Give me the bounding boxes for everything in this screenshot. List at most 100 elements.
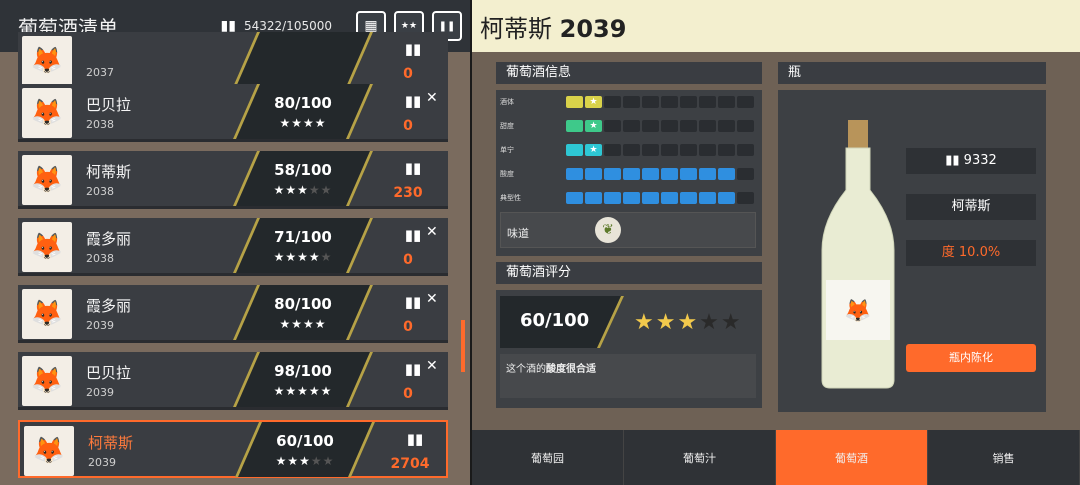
wine-row-year: 2038 [86, 252, 114, 265]
trait-segment [566, 96, 583, 108]
trait-segment [718, 120, 735, 132]
wine-row[interactable]: 🦊 霞多丽 2038 71/100 ★★★★★ ▮▮ 0 ✕ [18, 218, 448, 276]
trait-row: 酒体 ★ [500, 96, 756, 110]
wine-detail-panel: 柯蒂斯 2039 葡萄酒信息 味道 ❦ 酒体 ★ 甜度 ★ 单宁 ★ 酸度 典型性 葡萄酒评分… [472, 0, 1080, 485]
trait-segment [699, 120, 716, 132]
wine-row[interactable]: 🦊 巴贝拉 2038 80/100 ★★★★ ▮▮ 0 ✕ [18, 84, 448, 142]
fox-icon: 🦊 [22, 289, 72, 339]
trait-segment [642, 120, 659, 132]
rating-stars: ★★★★★ [634, 310, 743, 335]
trait-label: 单宁 [500, 146, 514, 154]
trait-bars: ★ [566, 96, 754, 108]
trait-segment [623, 120, 640, 132]
stars-on: ★★★★ [279, 116, 327, 130]
trait-segment: ★ [585, 120, 602, 132]
trait-segment [661, 120, 678, 132]
trait-segment [585, 168, 602, 180]
wine-row-year: 2039 [86, 386, 114, 399]
wine-bottles-icon: ❚❚ [438, 20, 456, 32]
wine-info-header: 葡萄酒信息 [496, 62, 762, 84]
wine-row-year: 2039 [88, 456, 116, 469]
wine-row-score: 58/100 [274, 161, 332, 179]
trait-segment [566, 168, 583, 180]
trait-segment [566, 120, 583, 132]
tab-1[interactable]: 葡萄汁 [624, 430, 776, 485]
scrollbar[interactable] [461, 320, 465, 372]
wine-row-score: 98/100 [274, 362, 332, 380]
tab-3[interactable]: 销售 [928, 430, 1080, 485]
trait-segment [718, 96, 735, 108]
trait-row: 单宁 ★ [500, 144, 756, 158]
wine-row-score: 80/100 [274, 94, 332, 112]
wine-row-score: 80/100 [274, 295, 332, 313]
wine-row[interactable]: 🦊 柯蒂斯 2038 58/100 ★★★★★ ▮▮ 230 [18, 151, 448, 209]
fox-icon: 🦊 [22, 36, 72, 86]
fox-icon: 🦊 [22, 356, 72, 406]
trait-segment [699, 168, 716, 180]
herb-icon[interactable]: ❦ [595, 217, 621, 243]
trait-segment [737, 144, 754, 156]
stars-off: ★★ [310, 454, 335, 468]
wine-row-name: 霞多丽 [86, 230, 132, 248]
wine-row[interactable]: 🦊 柯蒂斯 2039 60/100 ★★★★★ ▮▮ 2704 [18, 420, 448, 478]
detail-title: 柯蒂斯 2039 [480, 9, 626, 44]
fox-icon: 🦊 [22, 155, 72, 205]
bottle-degree-tag: 度 10.0% [906, 240, 1036, 266]
trait-bars [566, 192, 754, 204]
stars-on: ★★★ [634, 310, 700, 335]
wine-row-year: 2037 [86, 66, 114, 79]
tab-0[interactable]: 葡萄园 [472, 430, 624, 485]
detail-header: 柯蒂斯 2039 [472, 0, 1080, 52]
stars-off: ★★ [308, 183, 333, 197]
trait-segment [661, 144, 678, 156]
tab-2[interactable]: 葡萄酒 [776, 430, 928, 485]
close-icon[interactable]: ✕ [426, 224, 438, 240]
trait-segment: ★ [585, 96, 602, 108]
trait-row: 酸度 [500, 168, 756, 182]
trait-segment [680, 192, 697, 204]
bottle-body: 🦊 ▮▮ 9332 柯蒂斯 度 10.0% 瓶内陈化 [778, 90, 1046, 412]
close-icon[interactable]: ✕ [426, 291, 438, 307]
svg-text:🦊: 🦊 [844, 298, 871, 324]
wine-row-year: 2038 [86, 118, 114, 131]
trait-segment [718, 192, 735, 204]
trait-segment [718, 144, 735, 156]
wine-row-quantity: 0 [403, 252, 413, 268]
trait-segment [737, 192, 754, 204]
bottom-tabs: 葡萄园 葡萄汁 葡萄酒 销售 [472, 430, 1080, 485]
trait-segment [604, 168, 621, 180]
wine-row[interactable]: 🦊 巴贝拉 2039 98/100 ★★★★★ ▮▮ 0 ✕ [18, 352, 448, 410]
wine-row-year: 2039 [86, 319, 114, 332]
trait-segment [661, 96, 678, 108]
wine-row[interactable]: 🦊 霞多丽 2039 80/100 ★★★★ ▮▮ 0 ✕ [18, 285, 448, 343]
trait-segment [642, 96, 659, 108]
trait-segment [699, 96, 716, 108]
trait-bars: ★ [566, 144, 754, 156]
wine-row-stars: ★★★★ [263, 317, 343, 331]
comment-highlight: 酸度很合适 [546, 364, 596, 375]
trait-segment [680, 168, 697, 180]
trait-segment [642, 168, 659, 180]
wine-row-stars: ★★★★★ [263, 384, 343, 398]
comment-prefix: 这个酒的 [506, 364, 546, 375]
close-icon[interactable]: ✕ [426, 90, 438, 106]
bottle-aging-button[interactable]: 瓶内陈化 [906, 344, 1036, 372]
close-icon[interactable]: ✕ [426, 358, 438, 374]
trait-segment [718, 168, 735, 180]
trait-segment [642, 144, 659, 156]
flavor-label: 味道 [507, 227, 529, 240]
wine-comment: 这个酒的酸度很合适 [500, 354, 756, 398]
trait-label: 甜度 [500, 122, 514, 130]
wine-rating-body: 60/100 ★★★★★ 这个酒的酸度很合适 [496, 290, 762, 408]
wine-row[interactable]: 🦊 2037 ▮▮ 0 [18, 32, 448, 90]
trait-row: 典型性 [500, 192, 756, 206]
wine-row-stars: ★★★★★ [263, 183, 343, 197]
trait-segment [604, 96, 621, 108]
stars-on: ★★★ [273, 183, 309, 197]
wine-list-panel: 葡萄酒清单 ▮▮ 54322/105000 ▦ ★★ ❚❚ 🦊 2037 ▮▮ 0 🦊 巴… [0, 0, 470, 485]
trait-segment [680, 96, 697, 108]
trait-segment [642, 192, 659, 204]
wine-list[interactable]: 🦊 2037 ▮▮ 0 🦊 巴贝拉 2038 80/100 ★★★★ ▮▮ 0 ✕ 🦊 柯蒂斯 2038 58… [0, 32, 470, 485]
stars-off: ★ [320, 250, 333, 264]
trait-segment [661, 192, 678, 204]
